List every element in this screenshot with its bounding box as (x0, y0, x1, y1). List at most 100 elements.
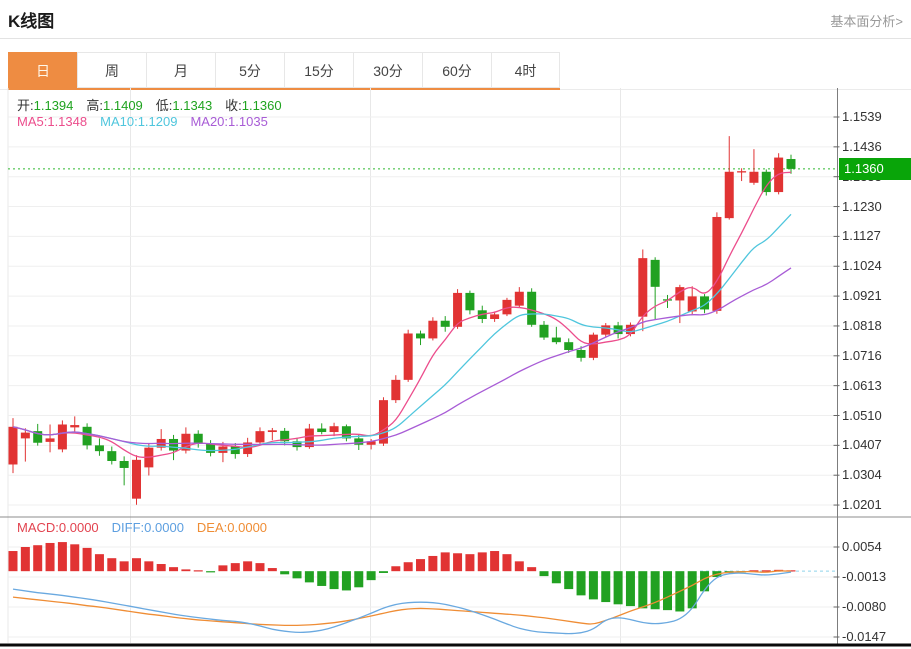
macd-hist-bar (305, 571, 314, 582)
macd-hist-bar (416, 559, 425, 571)
ohlc-legend: 开:1.1394高:1.1409低:1.1343收:1.1360 (17, 95, 282, 114)
diff-line (13, 572, 791, 634)
ma20-line (13, 268, 791, 445)
kline-panel: K线图 基本面分析> 日周月5分15分30分60分4时 开:1.1394高:1.… (0, 0, 911, 649)
macd-hist-bar (280, 571, 289, 574)
macd-hist-bar (577, 571, 586, 595)
macd-hist-bar (95, 554, 104, 571)
macd-hist-bar (354, 571, 363, 587)
price-tick-label: 1.0716 (842, 348, 882, 363)
macd-hist-bar (502, 554, 511, 571)
candle-body (416, 333, 425, 338)
current-price-badge: 1.1360 (839, 158, 911, 180)
candle-body (391, 380, 400, 400)
macd-hist-bar (762, 570, 771, 571)
macd-hist-bar (367, 571, 376, 580)
macd-tick-label: -0.0147 (842, 629, 886, 644)
price-tick-label: 1.0510 (842, 408, 882, 423)
macd-hist-bar (83, 548, 92, 571)
macd-hist-bar (218, 565, 227, 571)
legend-item: 高:1.1409 (86, 95, 142, 114)
macd-hist-bar (120, 561, 129, 571)
candle-body (354, 438, 363, 444)
macd-hist-bar (453, 553, 462, 571)
macd-hist-bar (107, 558, 116, 571)
legend-item: MA20:1.1035 (190, 114, 267, 129)
price-tick-label: 1.0818 (842, 318, 882, 333)
legend-item: 开:1.1394 (17, 95, 73, 114)
macd-hist-bar (527, 567, 536, 571)
price-tick-label: 1.0921 (842, 288, 882, 303)
macd-hist-bar (70, 544, 79, 571)
candle-body (120, 461, 129, 468)
macd-hist-bar (293, 571, 302, 578)
price-tick-label: 1.0407 (842, 437, 882, 452)
price-tick-label: 1.0201 (842, 497, 882, 512)
macd-hist-bar (132, 558, 141, 571)
price-tick-label: 1.1230 (842, 199, 882, 214)
macd-hist-bar (391, 566, 400, 571)
macd-hist-bar (428, 556, 437, 571)
candle-body (441, 321, 450, 327)
macd-legend: MACD:0.0000DIFF:0.0000DEA:0.0000 (17, 520, 267, 535)
macd-hist-bar (515, 561, 524, 571)
candle-body (540, 325, 549, 338)
price-tick-label: 1.1539 (842, 109, 882, 124)
price-tick-label: 1.1436 (842, 139, 882, 154)
macd-hist-bar (441, 552, 450, 571)
macd-tick-label: 0.0054 (842, 539, 882, 554)
candle-body (95, 445, 104, 451)
macd-hist-bar (181, 569, 190, 571)
macd-hist-bar (9, 551, 18, 571)
candle-body (70, 425, 79, 427)
macd-tick-label: -0.0080 (842, 599, 886, 614)
macd-hist-bar (255, 563, 264, 571)
candle-body (9, 427, 18, 465)
macd-hist-bar (700, 571, 709, 591)
candle-body (552, 338, 561, 343)
macd-hist-bar (626, 571, 635, 606)
candle-body (330, 426, 339, 432)
macd-hist-bar (330, 571, 339, 589)
candle-body (194, 434, 203, 444)
macd-hist-bar (465, 554, 474, 571)
candle-body (132, 460, 141, 499)
candle-body (268, 430, 277, 432)
candle-body (638, 258, 647, 317)
macd-hist-bar (601, 571, 610, 602)
legend-item: MA10:1.1209 (100, 114, 177, 129)
macd-hist-bar (552, 571, 561, 583)
macd-hist-bar (404, 562, 413, 571)
candle-body (564, 342, 573, 350)
macd-hist-bar (478, 552, 487, 571)
macd-hist-bar (21, 547, 30, 571)
bottom-border (0, 644, 911, 647)
macd-hist-bar (157, 564, 166, 571)
macd-hist-bar (638, 571, 647, 608)
legend-item: MA5:1.1348 (17, 114, 87, 129)
macd-hist-bar (58, 542, 67, 571)
macd-hist-bar (490, 551, 499, 571)
candle-body (725, 172, 734, 218)
macd-hist-bar (46, 543, 55, 571)
macd-hist-bar (243, 561, 252, 571)
macd-hist-bar (379, 571, 388, 573)
macd-tick-label: -0.0013 (842, 569, 886, 584)
candle-body (490, 314, 499, 319)
macd-hist-bar (169, 567, 178, 571)
candle-body (317, 429, 326, 432)
candle-body (21, 433, 30, 439)
macd-hist-bar (317, 571, 326, 586)
candle-body (255, 431, 264, 442)
macd-hist-bar (342, 571, 351, 590)
macd-hist-bar (589, 571, 598, 599)
macd-hist-bar (268, 568, 277, 571)
candle-body (404, 333, 413, 379)
legend-item: MACD:0.0000 (17, 520, 99, 535)
price-tick-label: 1.1127 (842, 228, 881, 243)
candle-body (515, 292, 524, 306)
candle-body (749, 172, 758, 183)
macd-hist-bar (206, 571, 215, 572)
candle-body (428, 321, 437, 339)
macd-hist-bar (540, 571, 549, 576)
